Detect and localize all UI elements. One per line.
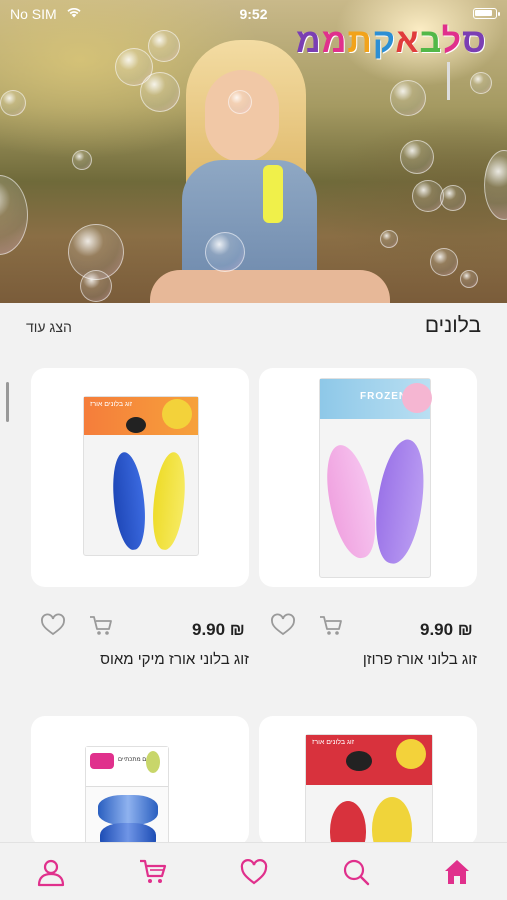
product-price: 9.90 ₪ — [192, 620, 245, 639]
brand-logo[interactable]: סלבאקתממ — [296, 22, 487, 61]
favorite-heart-icon[interactable] — [40, 613, 66, 637]
bubble — [0, 175, 28, 255]
product-price: 9.90 ₪ — [420, 620, 473, 639]
battery-level — [475, 10, 492, 16]
package-header: זוג בלונים אורז — [84, 397, 198, 435]
logo-letter: ב — [419, 22, 443, 60]
bubble — [148, 30, 180, 62]
mickey-icon — [126, 417, 146, 433]
package-badge — [162, 399, 192, 429]
package-header: זוג בלונים אורז — [306, 735, 432, 785]
balloon-pink — [318, 440, 384, 563]
logo-lollipop-stick — [447, 62, 450, 100]
package-header: FROZEN — [320, 379, 432, 419]
section-title: בלונים — [424, 314, 481, 337]
battery-icon — [473, 8, 500, 19]
bubble — [460, 270, 478, 288]
status-time: 9:52 — [239, 6, 268, 22]
logo-letter: ת — [347, 22, 373, 60]
bubble — [0, 90, 26, 116]
bubble — [72, 150, 92, 170]
bubble — [140, 72, 180, 112]
bubble — [228, 90, 252, 114]
product-package: FROZEN — [318, 378, 432, 578]
search-icon[interactable] — [341, 857, 371, 887]
logo-letter: מ — [321, 22, 348, 60]
package-header: בלונים מתכתיים — [86, 747, 168, 787]
bubble-bottle — [263, 165, 283, 223]
package-balloon-badge — [146, 751, 160, 773]
product-card-image[interactable]: זוג בלונים אורז — [259, 716, 477, 846]
bubble — [440, 185, 466, 211]
add-to-cart-icon[interactable] — [318, 614, 344, 638]
balloon-yellow — [148, 450, 190, 552]
bubble — [380, 230, 398, 248]
hero-girl-face — [205, 70, 279, 162]
product-card-image[interactable]: בלונים מתכתיים — [31, 716, 249, 846]
product-name[interactable]: זוג בלוני אורז פרוזן — [363, 651, 477, 668]
package-badge — [396, 739, 426, 769]
package-badge — [402, 383, 432, 413]
balloon-blue — [108, 450, 150, 552]
package-caption: זוג בלונים אורז — [312, 739, 355, 746]
heart-icon[interactable] — [239, 857, 269, 887]
cart-icon[interactable] — [138, 857, 168, 887]
product-package: בלונים מתכתיים — [85, 746, 169, 846]
logo-letter: ל — [442, 22, 463, 60]
balloon-yellow — [372, 797, 412, 846]
bottom-navigation — [0, 842, 507, 900]
logo-letter: ס — [462, 22, 487, 60]
hero-girl-legs — [150, 270, 390, 303]
package-logo — [90, 753, 114, 769]
bubble — [80, 270, 112, 302]
logo-letter: ק — [372, 22, 397, 60]
favorite-heart-icon[interactable] — [270, 613, 296, 637]
show-more-link[interactable]: הצג עוד — [26, 319, 72, 335]
product-card-image[interactable]: זוג בלונים אורז — [31, 368, 249, 587]
logo-letter: מ — [296, 22, 322, 60]
bubble — [205, 232, 245, 272]
product-name[interactable]: זוג בלוני אורז מיקי מאוס — [100, 651, 249, 668]
bubble — [470, 72, 492, 94]
bubble — [390, 80, 426, 116]
product-package: זוג בלונים אורז — [305, 734, 433, 846]
balloon-red — [330, 801, 366, 846]
product-card-image[interactable]: FROZEN — [259, 368, 477, 587]
product-package: זוג בלונים אורז — [83, 396, 199, 556]
balloon-blue-metallic — [98, 795, 158, 825]
package-brand-label: FROZEN — [360, 391, 408, 402]
home-icon[interactable] — [442, 857, 472, 887]
balloon-purple — [369, 436, 431, 567]
minnie-icon — [346, 751, 372, 771]
user-icon[interactable] — [36, 857, 66, 887]
bubble — [400, 140, 434, 174]
logo-letter: א — [396, 22, 420, 60]
add-to-cart-icon[interactable] — [88, 614, 114, 638]
bubble — [484, 150, 507, 220]
bubble — [430, 248, 458, 276]
scroll-indicator[interactable] — [6, 382, 9, 422]
package-caption: זוג בלונים אורז — [90, 401, 133, 408]
